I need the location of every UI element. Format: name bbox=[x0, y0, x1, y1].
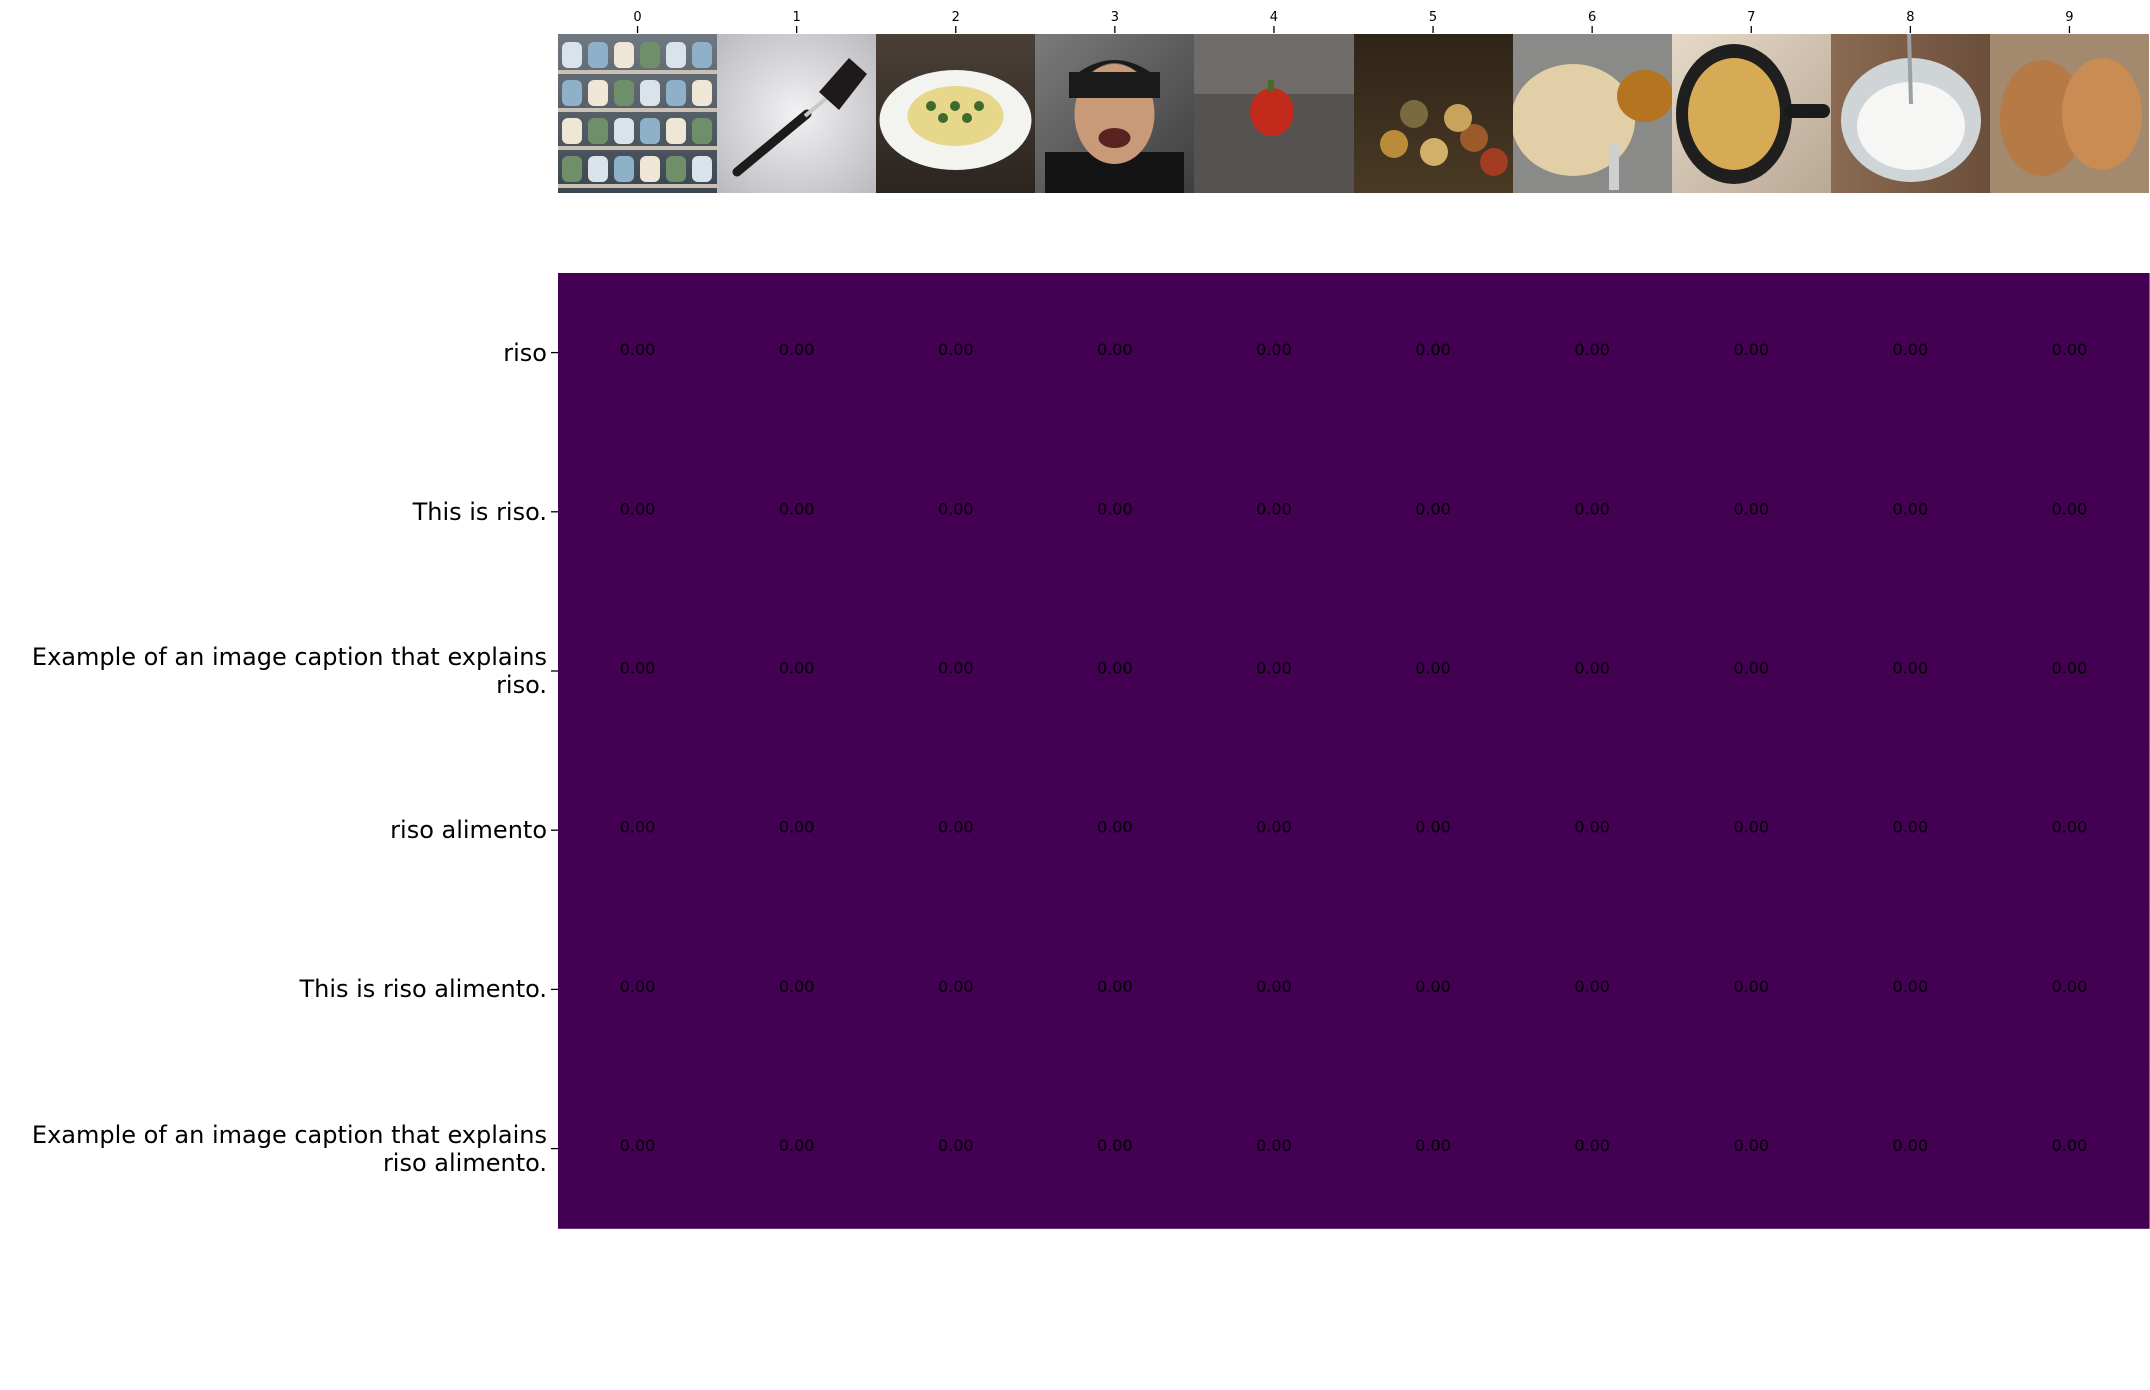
cell-value-r1-c6: 0.00 bbox=[1574, 499, 1610, 518]
cell-value-r1-c9: 0.00 bbox=[2052, 499, 2088, 518]
cell-value-r4-c0: 0.00 bbox=[620, 977, 656, 996]
y-tick-label-3-line-0: riso alimento bbox=[390, 816, 547, 845]
cell-value-r2-c3: 0.00 bbox=[1097, 659, 1133, 678]
cell-value-r3-c0: 0.00 bbox=[620, 818, 656, 837]
cell-value-r0-c1: 0.00 bbox=[779, 340, 815, 359]
cell-value-r0-c7: 0.00 bbox=[1733, 340, 1769, 359]
cell-value-r3-c1: 0.00 bbox=[779, 818, 815, 837]
cell-value-r4-c5: 0.00 bbox=[1415, 977, 1451, 996]
cell-value-r1-c0: 0.00 bbox=[620, 499, 656, 518]
whipped-cream-whisk-photo bbox=[1831, 34, 1990, 193]
cell-value-r5-c5: 0.00 bbox=[1415, 1136, 1451, 1155]
grocery-shelf-photo bbox=[558, 34, 717, 193]
still-life-painting-photo bbox=[1354, 34, 1513, 193]
cell-value-r2-c4: 0.00 bbox=[1256, 659, 1292, 678]
cell-value-r0-c9: 0.00 bbox=[2052, 340, 2088, 359]
cell-value-r3-c3: 0.00 bbox=[1097, 818, 1133, 837]
y-tick-label-5-line-0: Example of an image caption that explain… bbox=[31, 1120, 547, 1149]
cell-value-r1-c7: 0.00 bbox=[1733, 499, 1769, 518]
x-tick-label-9: 9 bbox=[2065, 10, 2073, 25]
cell-value-r0-c0: 0.00 bbox=[620, 340, 656, 359]
x-tick-label-6: 6 bbox=[1588, 10, 1596, 25]
cell-value-r3-c8: 0.00 bbox=[1893, 818, 1929, 837]
y-tick-label-5-line-1: riso alimento. bbox=[382, 1148, 547, 1177]
x-tick-label-1: 1 bbox=[793, 10, 801, 25]
pancake-in-pan-photo bbox=[1672, 34, 1831, 193]
cell-value-r4-c8: 0.00 bbox=[1893, 977, 1929, 996]
y-tick-label-2-line-1: riso. bbox=[496, 671, 547, 699]
cell-value-r2-c8: 0.00 bbox=[1893, 659, 1929, 678]
cell-value-r2-c0: 0.00 bbox=[620, 659, 656, 678]
spatula-photo bbox=[717, 34, 876, 193]
y-tick-label-0-line-0: riso bbox=[503, 338, 547, 367]
cell-value-r5-c8: 0.00 bbox=[1893, 1136, 1929, 1155]
cell-value-r0-c4: 0.00 bbox=[1256, 340, 1292, 359]
cell-value-r5-c6: 0.00 bbox=[1574, 1136, 1610, 1155]
cell-value-r2-c5: 0.00 bbox=[1415, 659, 1451, 678]
cell-value-r5-c7: 0.00 bbox=[1733, 1136, 1769, 1155]
y-tick-label-2-line-0: Example of an image caption that explain… bbox=[31, 643, 547, 671]
y-tick-label-1: This is riso. bbox=[413, 498, 547, 526]
cell-value-r5-c2: 0.00 bbox=[938, 1136, 974, 1155]
cell-value-r2-c9: 0.00 bbox=[2052, 659, 2088, 678]
x-tick-label-8: 8 bbox=[1906, 10, 1914, 25]
cell-value-r1-c3: 0.00 bbox=[1097, 499, 1133, 518]
y-tick-label-0: riso bbox=[503, 339, 547, 367]
cell-value-r2-c1: 0.00 bbox=[779, 659, 815, 678]
cell-value-r4-c2: 0.00 bbox=[938, 977, 974, 996]
flatbread-curry-photo bbox=[1513, 34, 1672, 193]
cell-value-r2-c6: 0.00 bbox=[1574, 659, 1610, 678]
cell-value-r1-c1: 0.00 bbox=[779, 499, 815, 518]
x-tick-label-4: 4 bbox=[1270, 10, 1278, 25]
cell-value-r3-c2: 0.00 bbox=[938, 818, 974, 837]
cell-value-r3-c6: 0.00 bbox=[1574, 818, 1610, 837]
red-pepper-photo bbox=[1194, 34, 1354, 193]
cell-value-r3-c9: 0.00 bbox=[2052, 818, 2088, 837]
cell-value-r3-c4: 0.00 bbox=[1256, 818, 1292, 837]
cell-value-r0-c6: 0.00 bbox=[1574, 340, 1610, 359]
cell-value-r3-c7: 0.00 bbox=[1733, 818, 1769, 837]
cell-value-r5-c0: 0.00 bbox=[620, 1136, 656, 1155]
x-tick-label-7: 7 bbox=[1747, 10, 1755, 25]
cell-value-r4-c1: 0.00 bbox=[779, 977, 815, 996]
cell-value-r5-c1: 0.00 bbox=[779, 1136, 815, 1155]
cell-value-r1-c8: 0.00 bbox=[1893, 499, 1929, 518]
cell-value-r4-c7: 0.00 bbox=[1733, 977, 1769, 996]
similarity-heatmap-figure: 0 1 2 3 4 5 6 7 8 9 0.00 0.00 0.00 0.00 0.00 0.00 0.00 0… bbox=[0, 0, 2150, 1390]
cell-value-r1-c5: 0.00 bbox=[1415, 499, 1451, 518]
cell-value-r5-c3: 0.00 bbox=[1097, 1136, 1133, 1155]
cell-value-r4-c3: 0.00 bbox=[1097, 977, 1133, 996]
pasta-plate-photo bbox=[876, 34, 1035, 193]
x-tick-label-3: 3 bbox=[1111, 10, 1119, 25]
cell-value-r4-c6: 0.00 bbox=[1574, 977, 1610, 996]
cell-value-r2-c2: 0.00 bbox=[938, 659, 974, 678]
cell-value-r4-c4: 0.00 bbox=[1256, 977, 1292, 996]
bread-loaves-basket-photo bbox=[1990, 34, 2149, 193]
cell-value-r0-c2: 0.00 bbox=[938, 340, 974, 359]
y-tick-label-5: Example of an image caption that explain… bbox=[32, 1121, 547, 1177]
y-tick-label-2: Example of an image caption that explain… bbox=[32, 643, 547, 699]
cell-value-r0-c5: 0.00 bbox=[1415, 340, 1451, 359]
y-tick-label-4: This is riso alimento. bbox=[299, 975, 547, 1003]
cell-value-r3-c5: 0.00 bbox=[1415, 818, 1451, 837]
cell-value-r0-c3: 0.00 bbox=[1097, 340, 1133, 359]
cell-value-r4-c9: 0.00 bbox=[2052, 977, 2088, 996]
cell-value-r5-c4: 0.00 bbox=[1256, 1136, 1292, 1155]
cell-value-r5-c9: 0.00 bbox=[2052, 1136, 2088, 1155]
x-tick-label-5: 5 bbox=[1429, 10, 1437, 25]
x-tick-label-2: 2 bbox=[952, 10, 960, 25]
y-tick-label-3: riso alimento bbox=[390, 816, 547, 844]
cell-value-r1-c4: 0.00 bbox=[1256, 499, 1292, 518]
y-tick-label-1-line-0: This is riso. bbox=[412, 497, 547, 526]
cell-value-r0-c8: 0.00 bbox=[1893, 340, 1929, 359]
cell-value-r1-c2: 0.00 bbox=[938, 499, 974, 518]
smiling-person-beanie-photo bbox=[1035, 34, 1194, 193]
cell-value-r2-c7: 0.00 bbox=[1733, 659, 1769, 678]
x-tick-label-0: 0 bbox=[633, 10, 641, 25]
y-tick-label-4-line-0: This is riso alimento. bbox=[299, 975, 547, 1004]
